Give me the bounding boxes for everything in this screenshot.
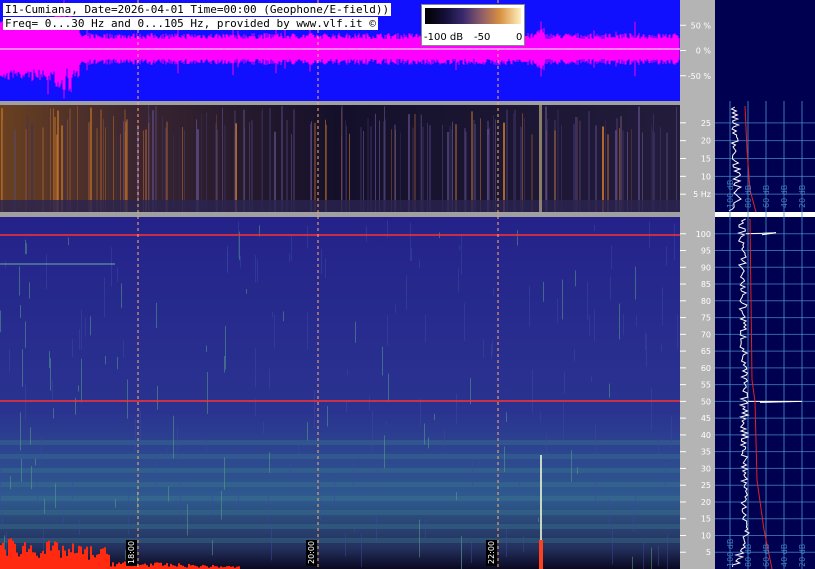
axis-tick-label: 40 [701, 431, 711, 440]
axis-tick-label: 15 [701, 155, 711, 164]
axis-tick-label: 75 [701, 314, 711, 323]
side-scale-label: 100 dB [726, 539, 735, 567]
chart-title-line1: I1-Cumiana, Date=2026-04-01 Time=00:00 (… [3, 3, 392, 16]
panel-separator-2 [0, 212, 680, 217]
side-scale-label: 100 dB [726, 180, 735, 208]
axis-tick-label: 15 [701, 515, 711, 524]
axis-tick-label: 50 % [691, 21, 712, 30]
side-scale-label: 60 dB [762, 544, 771, 567]
efield-spectrogram [0, 217, 680, 569]
panel-separator [0, 101, 680, 105]
colorbar-label-min: -100 dB [424, 32, 464, 43]
axis-tick-label: 20 [701, 137, 711, 146]
axis-tick-label: 85 [701, 280, 711, 289]
axis-tick-label: 45 [701, 414, 711, 423]
side-scale-label: 40 dB [780, 544, 789, 567]
axis-tick-label: 30 [701, 464, 711, 473]
time-label-20: 20:00 [307, 541, 316, 564]
axis-tick-label: 65 [701, 347, 711, 356]
side-scale-label: 60 dB [762, 185, 771, 208]
axis-tick-label: 95 [701, 247, 711, 256]
colorbar-label-mid: -50 [474, 32, 491, 43]
axis-tick-label: 35 [701, 448, 711, 457]
axis-tick-label: 80 [701, 297, 711, 306]
axis-tick-label: 25 [701, 119, 711, 128]
axis-tick-label: 20 [701, 498, 711, 507]
axis-tick-label: 100 [696, 230, 711, 239]
axis-tick-label: -50 % [688, 72, 712, 81]
chart-title-line2: Freq= 0...30 Hz and 0...105 Hz, provided… [3, 17, 378, 30]
side-spectrum-top-bg [715, 0, 815, 101]
time-label-22: 22:00 [487, 541, 496, 564]
side-scale-label: 40 dB [780, 185, 789, 208]
axis-tick-label: 5 [706, 548, 711, 557]
axis-tick-label: 70 [701, 330, 711, 339]
colorbar-label-max: 0 [516, 32, 523, 43]
side-scale-label: 20 dB [798, 544, 807, 567]
side-scale-label: 80 dB [744, 185, 753, 208]
axis-tick-label: 10 [701, 531, 711, 540]
axis-tick-label: 10 [701, 172, 711, 181]
colorbar-gradient [425, 8, 521, 24]
axis-tick-label: 25 [701, 481, 711, 490]
axis-tick-label: 55 [701, 381, 711, 390]
axis-tick-label: 60 [701, 364, 711, 373]
axis-tick-label: 5 Hz [693, 190, 711, 199]
axis-tick-label: 50 [701, 397, 711, 406]
side-scale-label: 20 dB [798, 185, 807, 208]
colorbar-legend: -100 dB -50 0 [421, 4, 525, 46]
spectrogram-figure: 18:00 20:00 22:00 50 % 0 % -50 % 25 20 15 10 5 … [0, 0, 815, 569]
axis-tick-label: 0 % [696, 47, 712, 56]
time-label-18: 18:00 [127, 541, 136, 564]
side-scale-label: 80 dB [744, 544, 753, 567]
axis-tick-label: 90 [701, 263, 711, 272]
